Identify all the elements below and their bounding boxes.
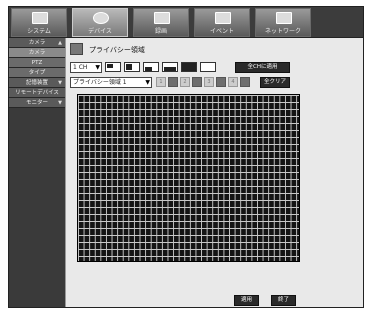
event-icon [215,12,231,24]
area-toggle-4[interactable] [240,77,250,87]
tab-system[interactable]: システム [11,8,67,37]
sidebar-item-label: PTZ [31,60,43,66]
privacy-icon [70,43,83,55]
privacy-area-select[interactable]: プライバシー領域 1 ▼ [70,77,152,88]
sidebar-item-remote-device[interactable]: リモートデバイス [9,88,65,98]
page-title: プライバシー領域 [89,46,145,54]
camera-icon [93,12,109,24]
chevron-down-icon: ▼ [58,80,62,86]
chevron-down-icon: ▼ [145,79,150,86]
privacy-mask-grid[interactable] [77,94,300,262]
monitor-icon [32,12,48,24]
tab-event[interactable]: イベント [194,8,250,37]
tab-record[interactable]: 録画 [133,8,189,37]
tab-device[interactable]: デバイス [72,8,128,37]
sidebar-item-camera-group[interactable]: カメラ ▲ [9,38,65,48]
layout-button-1[interactable] [105,62,121,72]
layout-button-6[interactable] [200,62,216,72]
tab-label: ネットワーク [264,28,301,35]
sidebar-item-type[interactable]: タイプ [9,68,65,78]
sidebar-item-label: カメラ [28,50,46,56]
sidebar-item-camera[interactable]: カメラ [9,48,65,58]
chevron-up-icon: ▲ [58,40,62,46]
close-button[interactable]: 終了 [271,295,296,306]
sidebar: カメラ ▲ カメラ PTZ タイプ 記憶装置 ▼ リモートデバイス モニター ▼ [9,38,65,307]
sidebar-item-label: タイプ [28,70,46,76]
channel-select-value: 1 CH [73,64,88,71]
area-number-1[interactable]: 1 [156,77,166,87]
sidebar-item-storage[interactable]: 記憶装置 ▼ [9,78,65,88]
apply-all-channels-button[interactable]: 全CHに適用 [235,62,290,73]
sidebar-item-label: モニター [25,100,48,106]
area-toggle-2[interactable] [192,77,202,87]
area-number-4[interactable]: 4 [228,77,238,87]
area-number-2[interactable]: 2 [180,77,190,87]
clear-all-button[interactable]: 全クリア [260,77,290,88]
privacy-area-select-value: プライバシー領域 1 [73,79,127,86]
sidebar-item-label: 記憶装置 [25,80,48,86]
channel-select[interactable]: 1 CH ▼ [70,62,102,73]
tab-label: 録画 [154,28,167,35]
area-toggle-1[interactable] [168,77,178,87]
layout-button-4[interactable] [162,62,178,72]
sidebar-item-ptz[interactable]: PTZ [9,58,65,68]
privacy-area-panel: プライバシー領域 1 CH ▼ 全CHに適用 プライバシー領域 1 ▼ 1 2 [65,38,363,307]
area-toggle-3[interactable] [216,77,226,87]
tab-label: イベント [209,28,234,35]
tab-network[interactable]: ネットワーク [255,8,311,37]
layout-button-2[interactable] [124,62,140,72]
top-tab-bar: システム デバイス 録画 イベント ネットワーク [9,7,363,38]
sidebar-item-label: カメラ [28,40,46,46]
dvr-settings-window: システム デバイス 録画 イベント ネットワーク カメラ ▲ カメラ PTZ タ… [8,6,364,308]
chevron-down-icon: ▼ [58,100,62,106]
sidebar-item-monitor[interactable]: モニター ▼ [9,98,65,108]
layout-button-3[interactable] [143,62,159,72]
area-number-3[interactable]: 3 [204,77,214,87]
network-icon [276,12,292,24]
chevron-down-icon: ▼ [95,64,100,71]
sidebar-item-label: リモートデバイス [15,90,59,96]
layout-button-5[interactable] [181,62,197,72]
apply-button[interactable]: 適用 [234,295,259,306]
recorder-icon [154,12,170,24]
tab-label: システム [27,28,51,35]
tab-label: デバイス [88,28,112,35]
